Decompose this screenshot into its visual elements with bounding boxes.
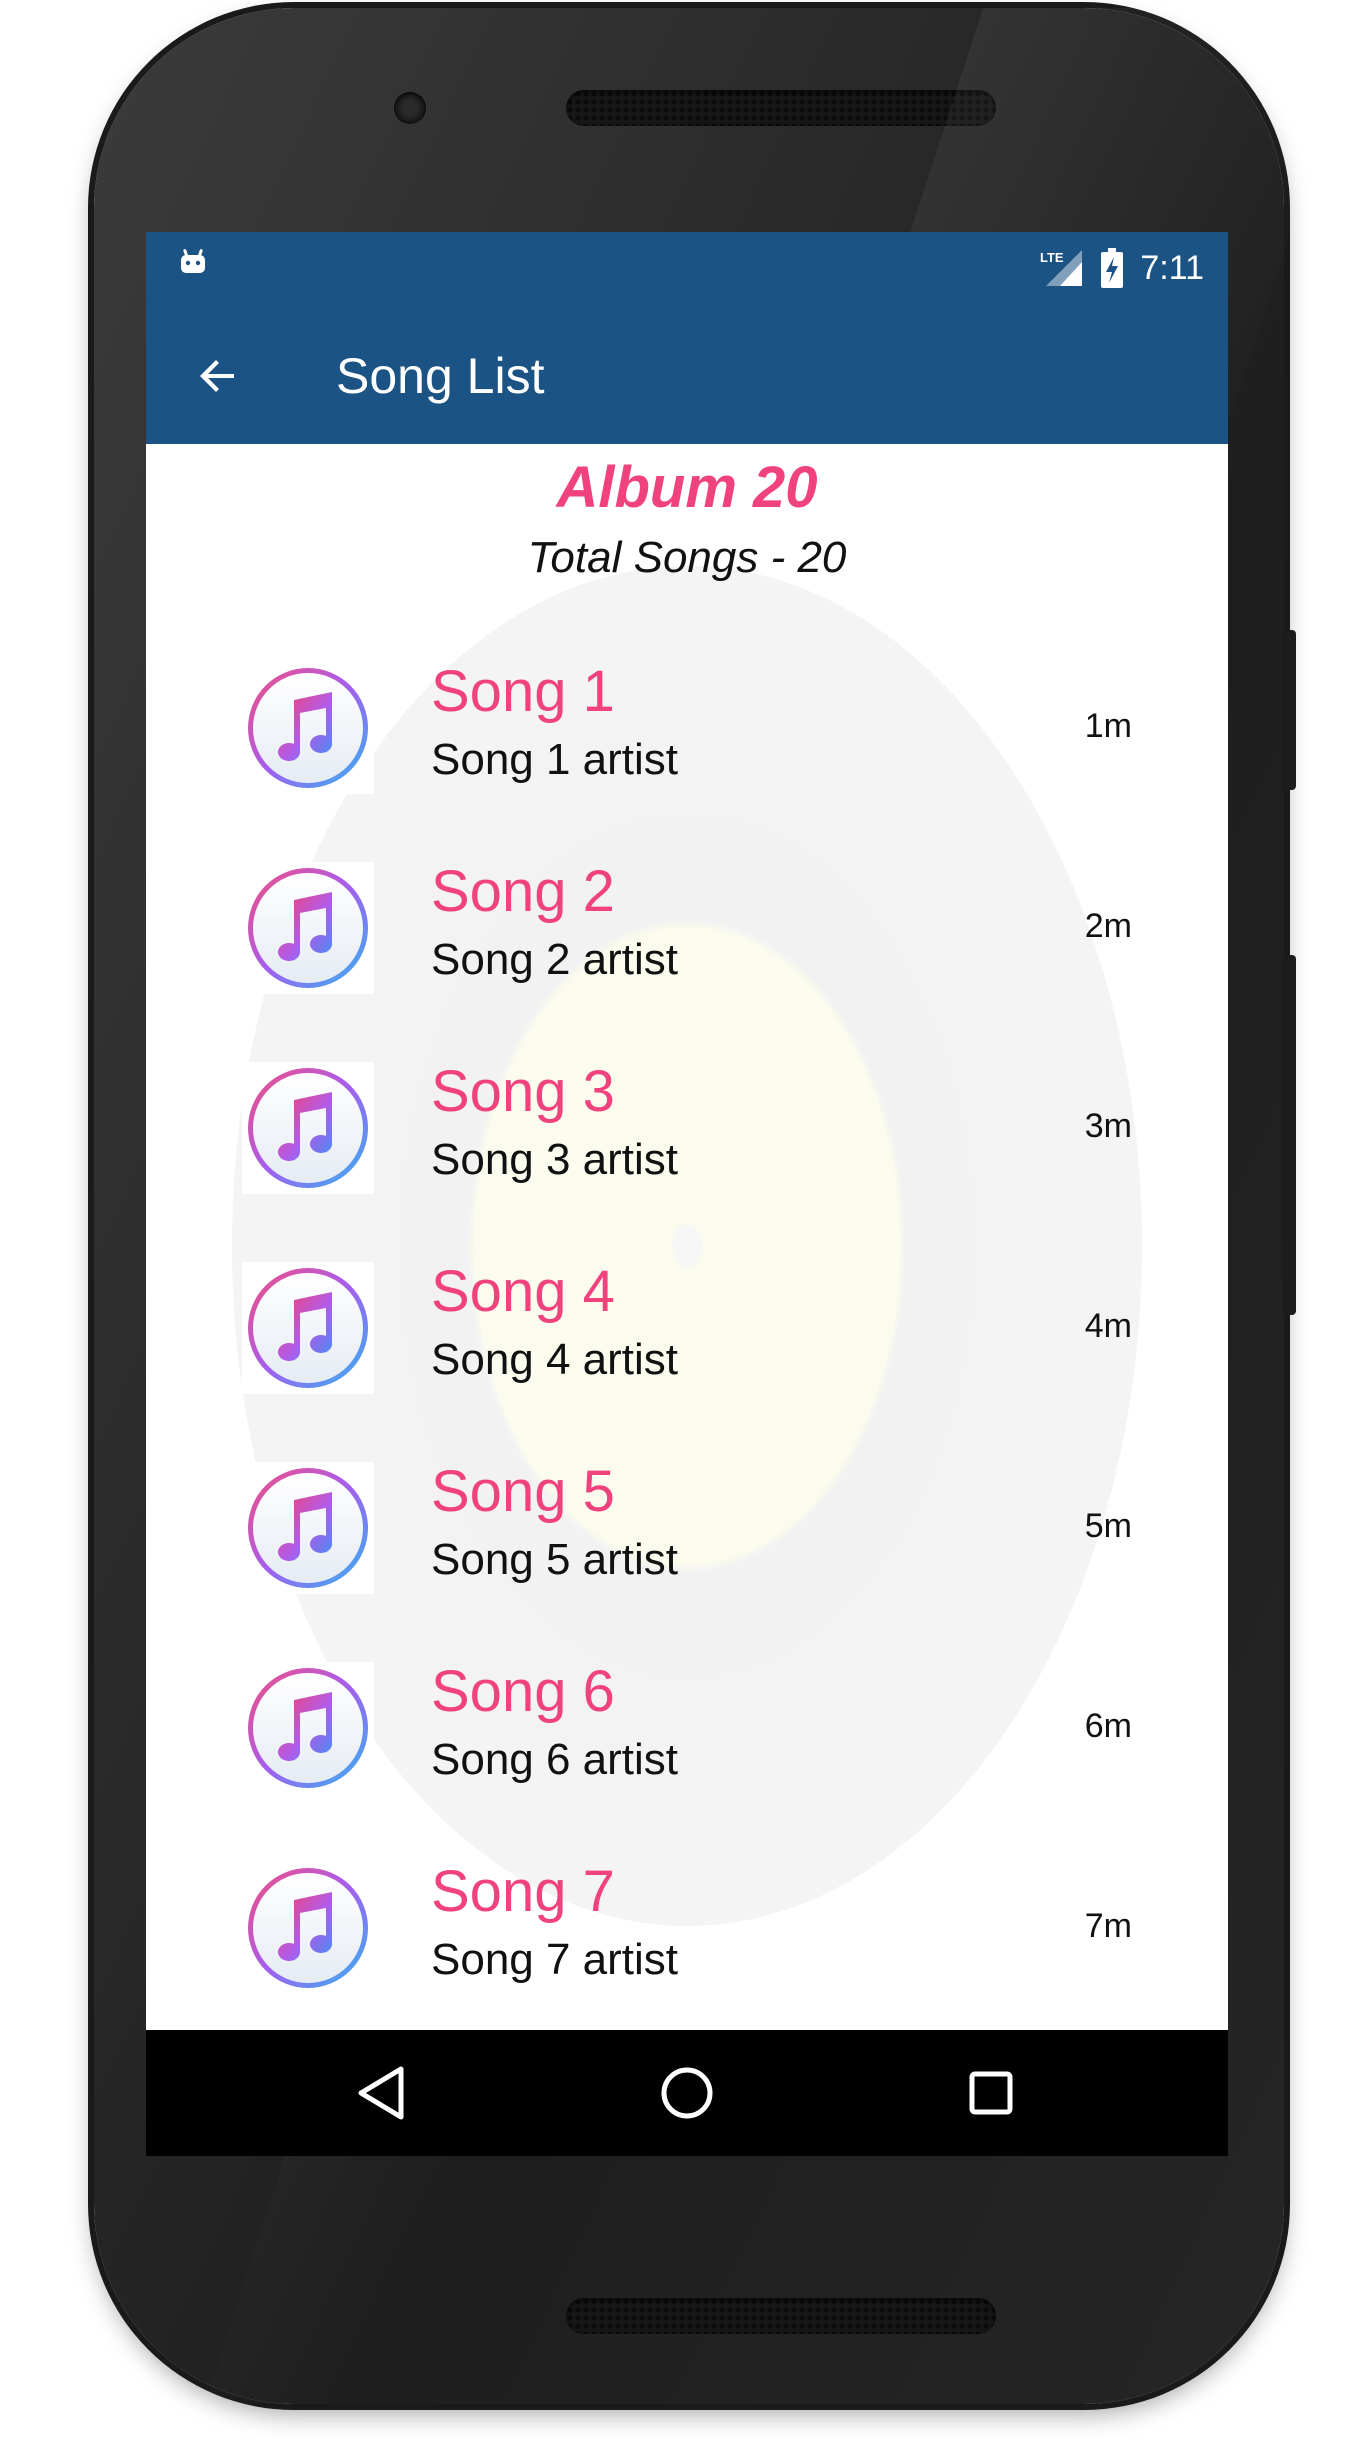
- device-frame: LTE 7:11 Song List Album 20 Total Songs …: [0, 0, 1370, 2446]
- song-duration: 5m: [1084, 1507, 1132, 1545]
- music-note-icon: [242, 662, 374, 794]
- song-duration: 3m: [1084, 1107, 1132, 1145]
- song-row[interactable]: Song 3 Song 3 artist 3m: [146, 1040, 1228, 1240]
- music-note-icon: [242, 1662, 374, 1794]
- nav-back-icon: [358, 2066, 404, 2120]
- lte-signal-icon: LTE: [1040, 250, 1083, 286]
- toolbar-title: Song List: [336, 348, 545, 404]
- top-speaker-grille: [566, 90, 996, 126]
- music-note-icon: [242, 1862, 374, 1994]
- total-songs-label: Total Songs - 20: [527, 533, 847, 582]
- android-notification-icon: [181, 249, 205, 273]
- status-icons: LTE 7:11: [1038, 242, 1204, 294]
- song-row[interactable]: Song 1 Song 1 artist 1m: [146, 640, 1228, 840]
- screen: LTE 7:11 Song List Album 20 Total Songs …: [146, 232, 1228, 2156]
- volume-rocker[interactable]: [1282, 955, 1296, 1315]
- music-note-icon: [242, 1462, 374, 1594]
- music-note-icon: [242, 862, 374, 994]
- status-time: 7:11: [1140, 248, 1204, 287]
- back-button[interactable]: [186, 344, 250, 408]
- arrow-left-icon: [200, 360, 234, 392]
- nav-home-icon: [661, 2067, 713, 2119]
- song-artist: Song 1 artist: [431, 735, 679, 784]
- song-title: Song 1: [431, 659, 615, 724]
- song-title: Song 2: [431, 859, 615, 924]
- lte-label: LTE: [1040, 250, 1064, 265]
- song-duration: 6m: [1084, 1707, 1132, 1745]
- album-title: Album 20: [556, 455, 818, 520]
- power-button[interactable]: [1282, 630, 1296, 790]
- music-note-icon: [242, 1062, 374, 1194]
- song-title: Song 5: [431, 1459, 615, 1524]
- song-title: Song 6: [431, 1659, 615, 1724]
- nav-back-button[interactable]: [346, 2058, 416, 2128]
- song-title: Song 3: [431, 1059, 615, 1124]
- front-camera: [394, 92, 426, 124]
- song-title: Song 4: [431, 1259, 615, 1324]
- song-artist: Song 5 artist: [431, 1535, 679, 1584]
- song-duration: 1m: [1084, 707, 1132, 745]
- song-list-content: Album 20 Total Songs - 20 Song 1 Song 1 …: [146, 444, 1228, 2044]
- song-duration: 2m: [1084, 907, 1132, 945]
- song-row[interactable]: Song 6 Song 6 artist 6m: [146, 1640, 1228, 1840]
- song-duration: 7m: [1084, 1907, 1132, 1945]
- song-title: Song 7: [431, 1859, 615, 1924]
- song-row[interactable]: Song 7 Song 7 artist 7m: [146, 1840, 1228, 2040]
- nav-recents-button[interactable]: [956, 2058, 1026, 2128]
- song-row[interactable]: Song 2 Song 2 artist 2m: [146, 840, 1228, 1040]
- navigation-bar: [146, 2030, 1228, 2156]
- song-row[interactable]: Song 5 Song 5 artist 5m: [146, 1440, 1228, 1640]
- song-artist: Song 2 artist: [431, 935, 679, 984]
- app-toolbar: Song List: [146, 304, 1228, 444]
- nav-home-button[interactable]: [652, 2058, 722, 2128]
- nav-recents-icon: [969, 2071, 1013, 2115]
- song-artist: Song 7 artist: [431, 1935, 679, 1984]
- song-row[interactable]: Song 4 Song 4 artist 4m: [146, 1240, 1228, 1440]
- song-artist: Song 6 artist: [431, 1735, 679, 1784]
- battery-charging-icon: [1101, 248, 1124, 288]
- song-artist: Song 4 artist: [431, 1335, 679, 1384]
- music-note-icon: [242, 1262, 374, 1394]
- bottom-speaker-grille: [566, 2298, 996, 2334]
- song-artist: Song 3 artist: [431, 1135, 679, 1184]
- status-bar: LTE 7:11: [146, 232, 1228, 304]
- song-duration: 4m: [1084, 1307, 1132, 1345]
